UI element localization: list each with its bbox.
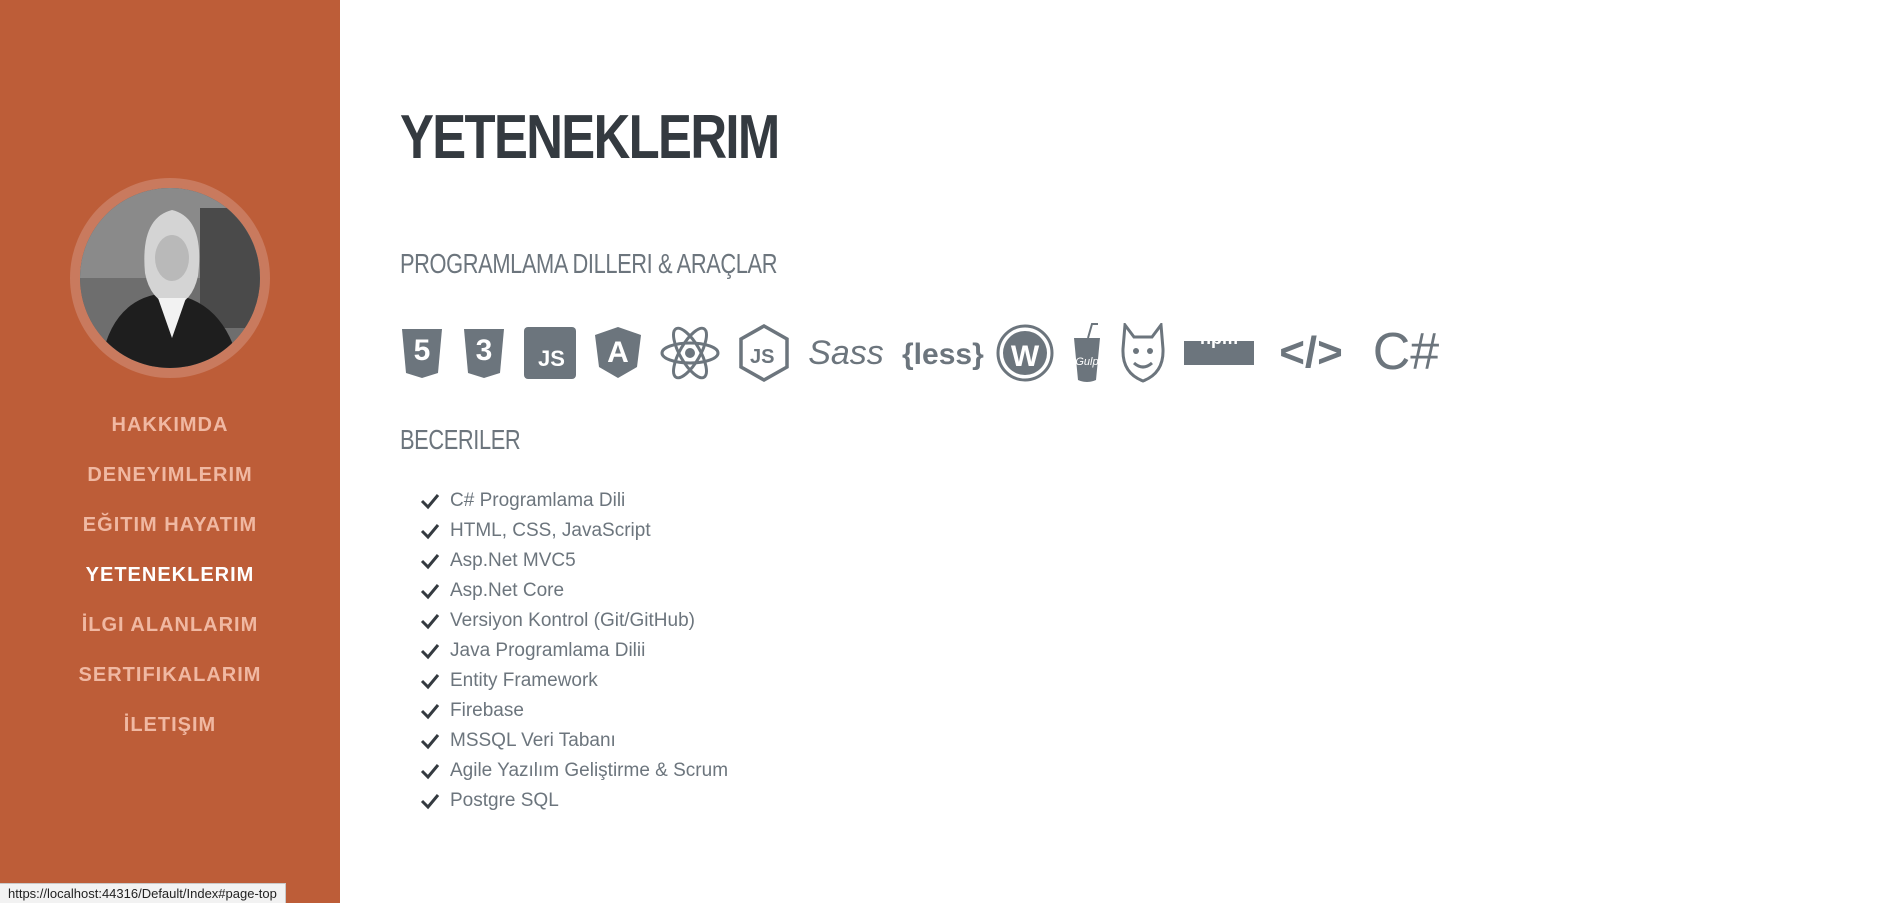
nav-item: HAKKIMDA <box>0 400 340 450</box>
gulp-icon-text: Gulp <box>1075 356 1099 368</box>
angular-icon: A <box>594 320 642 386</box>
check-icon <box>420 581 440 601</box>
page-title: YETENEKLERIM <box>400 103 780 172</box>
csharp-icon-text: C# <box>1372 323 1440 381</box>
check-icon <box>420 761 440 781</box>
skill-item: MSSQL Veri Tabanı <box>420 726 728 756</box>
status-bar-url: https://localhost:44316/Default/Index#pa… <box>0 883 286 903</box>
skills-section: YETENEKLERIM PROGRAMLAMA DILLERI & ARAÇL… <box>340 0 1894 903</box>
nav-link-hakkimda[interactable]: HAKKIMDA <box>112 414 229 437</box>
wordpress-icon-text: W <box>1010 340 1040 373</box>
skill-item: Asp.Net Core <box>420 576 728 606</box>
angular-icon-text: A <box>607 336 629 369</box>
check-icon <box>420 731 440 751</box>
check-icon <box>420 491 440 511</box>
check-icon <box>420 791 440 811</box>
less-icon-text: {less} <box>902 338 984 371</box>
grunt-icon <box>1120 320 1166 386</box>
skill-item: C# Programlama Dili <box>420 486 728 516</box>
skill-item: Agile Yazılım Geliştirme & Scrum <box>420 756 728 786</box>
profile-photo <box>80 188 260 368</box>
skill-text: Agile Yazılım Geliştirme & Scrum <box>450 760 729 781</box>
skill-item: Versiyon Kontrol (Git/GitHub) <box>420 606 728 636</box>
sass-icon: Sass <box>808 320 884 386</box>
skill-text: Entity Framework <box>450 670 598 691</box>
nav-link-sertifikalarim[interactable]: SERTIFIKALARIM <box>79 664 262 687</box>
tools-heading: PROGRAMLAMA DILLERI & ARAÇLAR <box>400 248 778 279</box>
less-icon: {less} <box>902 320 984 386</box>
skill-text: HTML, CSS, JavaScript <box>450 520 651 541</box>
wordpress-icon: W <box>996 320 1054 386</box>
css3-icon-text: 3 <box>475 334 493 367</box>
npm-icon-text: npm <box>1200 328 1238 348</box>
skill-text: Java Programlama Dilii <box>450 640 646 661</box>
skill-item: Postgre SQL <box>420 786 728 816</box>
code-icon: </> <box>1272 320 1350 386</box>
js-square-icon: JS <box>524 320 576 386</box>
nav-link-i-lgi-alanlarim[interactable]: İLGI ALANLARIM <box>82 614 259 637</box>
check-icon <box>420 611 440 631</box>
css3-icon: 3 <box>462 320 506 386</box>
npm-icon: npm <box>1184 320 1254 386</box>
nodejs-icon: JS <box>738 320 790 386</box>
nav-item: İLETIŞIM <box>0 700 340 750</box>
skill-item: Firebase <box>420 696 728 726</box>
nav-item: EĞITIM HAYATIM <box>0 500 340 550</box>
check-icon <box>420 641 440 661</box>
code-icon-text: </> <box>1279 328 1343 377</box>
html5-icon: 5 <box>400 320 444 386</box>
sass-icon-text: Sass <box>808 334 884 372</box>
nav-link-yeteneklerim[interactable]: YETENEKLERIM <box>86 564 255 587</box>
nav-item: İLGI ALANLARIM <box>0 600 340 650</box>
nodejs-icon-text: JS <box>750 346 775 368</box>
skill-text: Versiyon Kontrol (Git/GitHub) <box>450 610 695 631</box>
gulp-icon: Gulp <box>1072 320 1102 386</box>
skills-list: C# Programlama Dili HTML, CSS, JavaScript… <box>420 486 728 816</box>
skill-text: C# Programlama Dili <box>450 490 626 511</box>
skill-item: Java Programlama Dilii <box>420 636 728 666</box>
html5-icon-text: 5 <box>413 334 431 367</box>
nav-item: SERTIFIKALARIM <box>0 650 340 700</box>
check-icon <box>420 701 440 721</box>
react-icon <box>660 320 720 386</box>
skill-item: Entity Framework <box>420 666 728 696</box>
nav-item: DENEYIMLERIM <box>0 450 340 500</box>
check-icon <box>420 551 440 571</box>
skill-text: MSSQL Veri Tabanı <box>450 730 616 751</box>
sidebar: HAKKIMDA DENEYIMLERIM EĞITIM HAYATIM YETENE… <box>0 0 340 903</box>
skill-text: Asp.Net MVC5 <box>450 550 576 571</box>
skill-item: Asp.Net MVC5 <box>420 546 728 576</box>
check-icon <box>420 671 440 691</box>
skill-text: Firebase <box>450 700 524 721</box>
skills-heading: BECERILER <box>400 424 521 455</box>
nav-item: YETENEKLERIM <box>0 550 340 600</box>
check-icon <box>420 521 440 541</box>
skill-item: HTML, CSS, JavaScript <box>420 516 728 546</box>
skill-text: Asp.Net Core <box>450 580 565 601</box>
profile-avatar[interactable] <box>70 178 270 378</box>
nav-link-deneyimlerim[interactable]: DENEYIMLERIM <box>87 464 252 487</box>
sidebar-nav: HAKKIMDA DENEYIMLERIM EĞITIM HAYATIM YETENE… <box>0 400 340 750</box>
js-square-icon-text: JS <box>538 346 565 371</box>
csharp-icon: C# <box>1368 320 1444 386</box>
nav-link-e-itim-hayatim[interactable]: EĞITIM HAYATIM <box>83 514 257 537</box>
skill-text: Postgre SQL <box>450 790 559 811</box>
nav-link-i-leti-im[interactable]: İLETIŞIM <box>124 714 216 737</box>
tool-icons-row: 5 3 JS A JS Sass {less} W Gulp npm </> C# <box>400 320 1444 386</box>
